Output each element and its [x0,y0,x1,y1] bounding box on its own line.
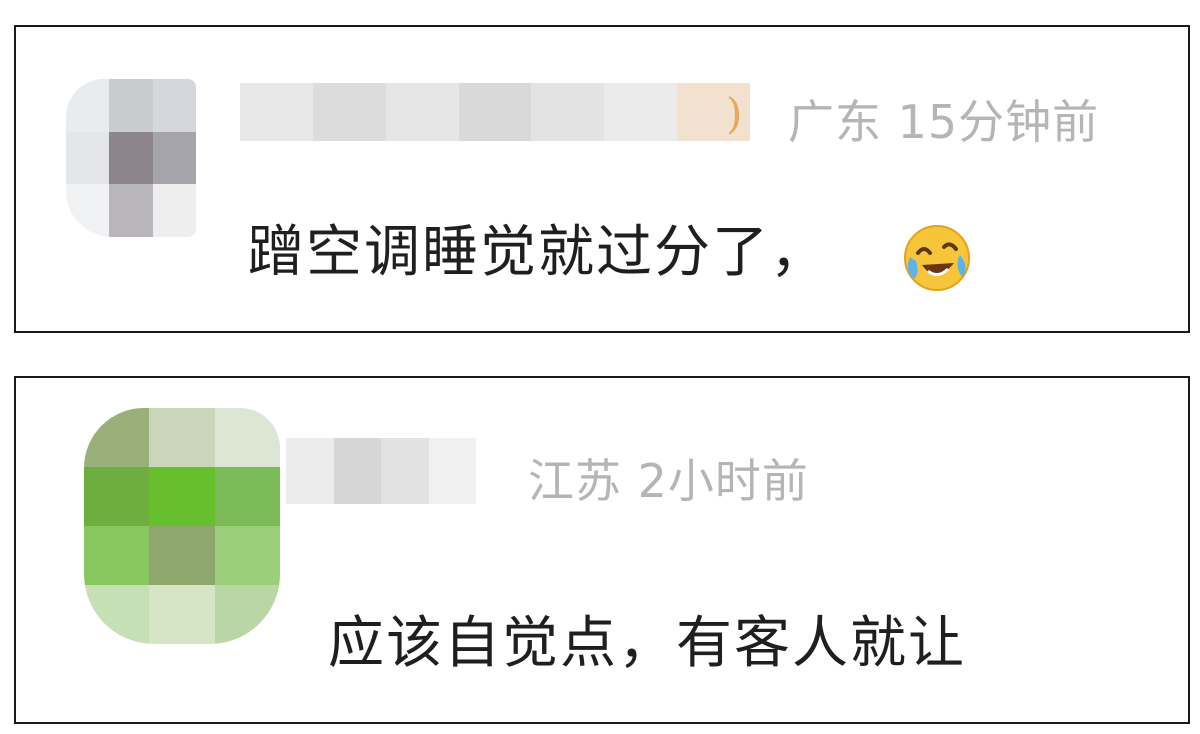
location: 广东 [788,95,882,149]
badge-icon: ) [726,89,743,138]
laughing-crying-emoji-icon [904,225,970,291]
comment-text: 蹭空调睡觉就过分了， [248,220,828,285]
timestamp: 15分钟前 [897,95,1100,149]
comment-meta: 广东 15分钟前 [788,99,1099,145]
timestamp: 2小时前 [637,454,809,508]
avatar[interactable] [84,408,280,644]
username-blurred[interactable] [286,438,476,504]
comment-card-1: ) 广东 15分钟前 蹭空调睡觉就过分了， [14,25,1190,333]
comment-text: 应该自觉点，有客人就让 [328,611,966,676]
avatar[interactable] [66,79,196,237]
location: 江苏 [528,454,622,508]
comment-card-2: 江苏 2小时前 应该自觉点，有客人就让 [14,376,1190,724]
username-blurred[interactable] [240,83,750,141]
comment-meta: 江苏 2小时前 [528,458,809,504]
